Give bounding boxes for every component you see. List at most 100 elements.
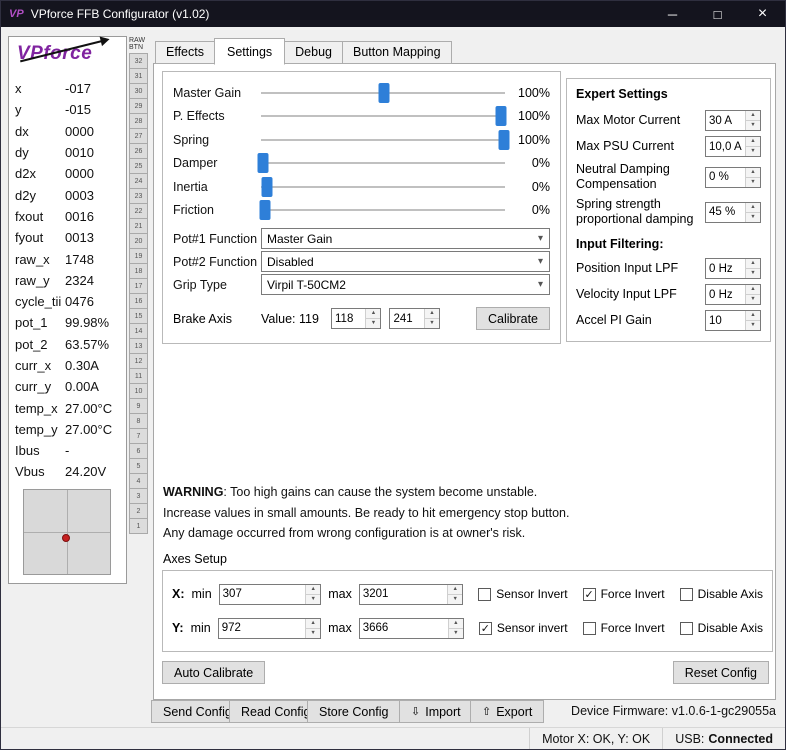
- axis-min-spinbox[interactable]: 307 ▲ ▼: [218, 583, 322, 605]
- slider-track[interactable]: [261, 176, 505, 197]
- spin-up-icon[interactable]: ▲: [746, 111, 760, 121]
- brake-min-spinbox[interactable]: 118 ▲ ▼: [331, 308, 382, 329]
- tab[interactable]: Effects: [155, 41, 215, 64]
- spin-down-icon[interactable]: ▼: [746, 147, 760, 156]
- sensor-invert-checkbox[interactable]: Sensor invert: [478, 621, 568, 635]
- expert-spinbox[interactable]: 10,0 A ▲ ▼: [705, 136, 761, 157]
- spin-up-icon[interactable]: ▲: [746, 137, 760, 147]
- checkbox-box[interactable]: [582, 587, 596, 601]
- force-invert-checkbox[interactable]: Force Invert: [582, 621, 665, 635]
- slider-track[interactable]: [261, 106, 507, 127]
- spin-arrows[interactable]: ▲ ▼: [745, 111, 760, 130]
- settings-tab-panel: Master Gain 100% P. Effects 100% Spring …: [153, 63, 776, 700]
- close-button[interactable]: ×: [740, 1, 785, 27]
- spin-up-icon[interactable]: ▲: [746, 168, 760, 178]
- telemetry-label: curr_x: [15, 358, 52, 373]
- spin-up-icon[interactable]: ▲: [746, 259, 760, 269]
- maximize-button[interactable]: □: [695, 1, 740, 27]
- checkbox-box[interactable]: [478, 587, 492, 601]
- checkbox-box[interactable]: [679, 621, 693, 635]
- telemetry-row: Ibus -: [15, 440, 120, 461]
- calibrate-button[interactable]: Calibrate: [475, 307, 550, 330]
- raw-button-indicator: 25: [129, 158, 148, 174]
- spin-down-icon[interactable]: ▼: [746, 295, 760, 304]
- spin-arrows[interactable]: ▲ ▼: [447, 618, 463, 638]
- spin-down-icon[interactable]: ▼: [746, 321, 760, 330]
- spin-arrows[interactable]: ▲ ▼: [423, 309, 439, 328]
- force-invert-checkbox[interactable]: Force Invert: [582, 587, 665, 601]
- spin-up-icon[interactable]: ▲: [306, 585, 321, 595]
- filter-spinbox[interactable]: 0 Hz ▲ ▼: [705, 284, 761, 305]
- dropdown[interactable]: Disabled ▾: [261, 251, 550, 272]
- expert-spinbox[interactable]: 0 % ▲ ▼: [705, 166, 761, 188]
- spin-up-icon[interactable]: ▲: [746, 203, 760, 213]
- spin-up-icon[interactable]: ▲: [746, 285, 760, 295]
- checkbox-box[interactable]: [679, 587, 693, 601]
- spin-up-icon[interactable]: ▲: [306, 619, 321, 629]
- axis-max-spinbox[interactable]: 3666 ▲ ▼: [358, 617, 464, 639]
- slider-thumb[interactable]: [378, 82, 390, 103]
- spin-down-icon[interactable]: ▼: [746, 213, 760, 222]
- spin-arrows[interactable]: ▲ ▼: [305, 584, 321, 604]
- spin-down-icon[interactable]: ▼: [746, 121, 760, 130]
- spin-up-icon[interactable]: ▲: [448, 585, 463, 595]
- slider-thumb[interactable]: [498, 129, 510, 150]
- slider-track[interactable]: [257, 153, 505, 174]
- spin-arrows[interactable]: ▲ ▼: [305, 618, 321, 638]
- brake-max-spinbox[interactable]: 241 ▲ ▼: [389, 308, 440, 329]
- dropdown[interactable]: Virpil T-50CM2 ▾: [261, 274, 550, 295]
- spin-down-icon[interactable]: ▼: [306, 629, 320, 638]
- spin-arrows[interactable]: ▲ ▼: [745, 137, 760, 156]
- slider-track[interactable]: [261, 129, 510, 150]
- filter-spinbox[interactable]: 10 ▲ ▼: [705, 310, 761, 331]
- tab[interactable]: Settings: [213, 38, 286, 65]
- checkbox-box[interactable]: [582, 621, 596, 635]
- dropdown[interactable]: Master Gain ▾: [261, 228, 550, 249]
- spin-up-icon[interactable]: ▲: [448, 619, 463, 629]
- spin-arrows[interactable]: ▲ ▼: [365, 309, 381, 328]
- slider-thumb[interactable]: [495, 106, 507, 127]
- slider-track[interactable]: [261, 82, 505, 103]
- spin-arrows[interactable]: ▲ ▼: [447, 584, 463, 604]
- telemetry-label: temp_x: [15, 400, 58, 416]
- minimize-button[interactable]: ─: [650, 1, 695, 27]
- spin-arrows[interactable]: ▲ ▼: [745, 202, 760, 222]
- spin-arrows[interactable]: ▲ ▼: [745, 311, 760, 330]
- import-button[interactable]: ⇩ Import: [399, 700, 473, 723]
- tab[interactable]: Debug: [284, 41, 343, 64]
- spin-down-icon[interactable]: ▼: [746, 269, 760, 278]
- slider-label: Damper: [173, 156, 218, 171]
- store-config-button[interactable]: Store Config: [307, 700, 401, 723]
- spin-down-icon[interactable]: ▼: [448, 595, 462, 604]
- expert-spinbox[interactable]: 45 % ▲ ▼: [705, 201, 761, 223]
- spin-arrows[interactable]: ▲ ▼: [745, 167, 760, 187]
- spin-down-icon[interactable]: ▼: [425, 319, 439, 328]
- spin-down-icon[interactable]: ▼: [449, 629, 463, 638]
- axis-min-spinbox[interactable]: 972 ▲ ▼: [217, 617, 322, 639]
- spin-arrows[interactable]: ▲ ▼: [745, 259, 760, 278]
- tab[interactable]: Button Mapping: [342, 41, 452, 64]
- sensor-invert-checkbox[interactable]: Sensor Invert: [478, 587, 568, 601]
- expert-spinbox[interactable]: 30 A ▲ ▼: [705, 110, 761, 131]
- slider-track[interactable]: [259, 200, 505, 221]
- spin-up-icon[interactable]: ▲: [366, 309, 381, 319]
- spin-down-icon[interactable]: ▼: [366, 319, 380, 328]
- spin-arrows[interactable]: ▲ ▼: [745, 285, 760, 304]
- axis-max-spinbox[interactable]: 3201 ▲ ▼: [358, 583, 464, 605]
- slider-thumb[interactable]: [261, 176, 273, 197]
- spin-up-icon[interactable]: ▲: [746, 311, 760, 321]
- disable-axis-checkbox[interactable]: Disable Axis: [679, 587, 763, 601]
- disable-axis-checkbox[interactable]: Disable Axis: [679, 621, 763, 635]
- spin-up-icon[interactable]: ▲: [424, 309, 439, 319]
- reset-config-button[interactable]: Reset Config: [672, 661, 769, 684]
- raw-button-number: 11: [134, 372, 143, 380]
- filter-spinbox[interactable]: 0 Hz ▲ ▼: [705, 258, 761, 279]
- spin-down-icon[interactable]: ▼: [746, 178, 760, 187]
- spin-down-icon[interactable]: ▼: [306, 595, 320, 604]
- raw-button-indicator: 30: [129, 83, 148, 99]
- slider-thumb[interactable]: [257, 153, 269, 174]
- checkbox-box[interactable]: [478, 621, 492, 635]
- slider-thumb[interactable]: [259, 200, 271, 221]
- export-button[interactable]: ⇧ Export: [470, 700, 545, 723]
- auto-calibrate-button[interactable]: Auto Calibrate: [162, 661, 266, 684]
